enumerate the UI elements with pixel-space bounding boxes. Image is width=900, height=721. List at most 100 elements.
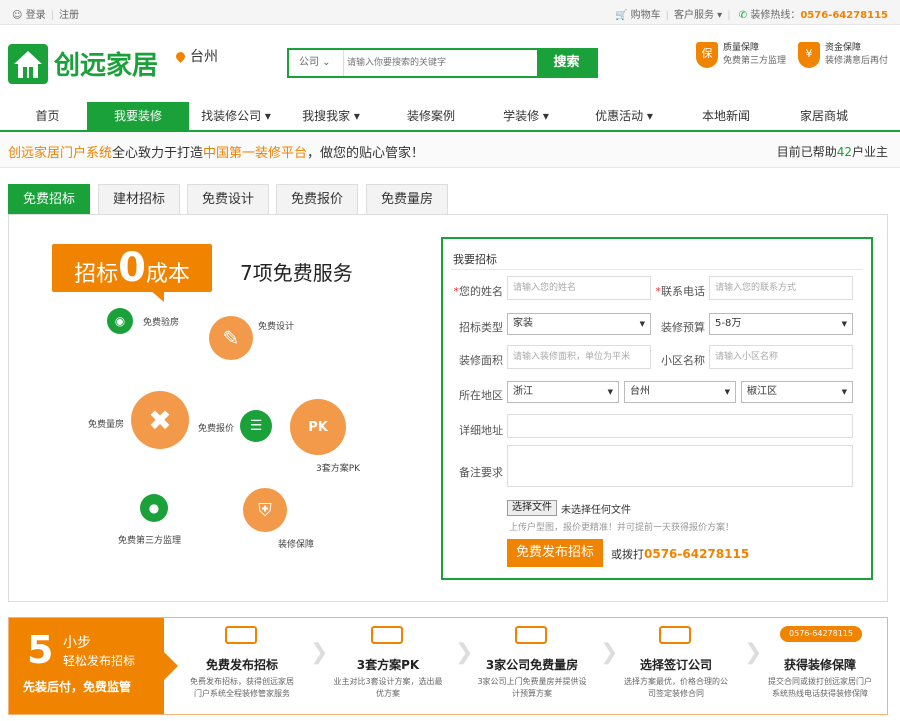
login-link[interactable]: 登录 <box>26 10 46 21</box>
steps-arrow <box>164 652 178 680</box>
community-input[interactable]: 请输入小区名称 <box>709 345 853 369</box>
area-input[interactable]: 请输入装修面积，单位为平米 <box>507 345 651 369</box>
tab-free-bidding[interactable]: 免费招标 <box>8 184 90 214</box>
tab-free-design[interactable]: 免费设计 <box>187 184 269 214</box>
search-button[interactable]: 搜索 <box>537 50 596 76</box>
step-item: 3家公司免费量房 3家公司上门免费量房并提供设计预算方案 <box>467 618 597 714</box>
badge-tail <box>150 290 164 302</box>
bidding-form: 我要招标 *您的姓名 请输入您的姓名 *联系电话 请输入您的联系方式 招标类型 … <box>441 237 873 580</box>
type-select[interactable]: 家装 <box>507 313 651 335</box>
ruler-icon: ✖ <box>131 391 189 449</box>
slogan-bar: 创远家居门户系统全心致力于打造中国第一装修平台，做您的贴心管家！ 目前已帮助42… <box>0 132 900 168</box>
community-label: 小区名称 <box>661 354 705 367</box>
step-item: 选择签订公司 选择方案最优，价格合理的公司签定装修合同 <box>611 618 741 714</box>
services-title: 7项免费服务 <box>240 261 353 285</box>
form-title: 我要招标 <box>453 253 497 266</box>
phone-label: *联系电话 <box>655 285 706 298</box>
nav-mall[interactable]: 家居商城 <box>778 102 870 130</box>
district-select[interactable]: 椒江区 <box>741 381 853 403</box>
service-label: 3套方案PK <box>316 464 361 474</box>
brand-name: 创远家居 <box>54 51 159 81</box>
address-input[interactable] <box>507 414 853 438</box>
pk-icon: PK <box>290 399 346 455</box>
city-selector[interactable]: 台州 <box>174 46 218 66</box>
chevron-down-icon: ▾ <box>717 10 723 21</box>
cart-link[interactable]: 购物车 <box>631 10 661 21</box>
area-label: 装修面积 <box>459 354 503 367</box>
nav-learn[interactable]: 学装修 ▾ <box>480 102 572 130</box>
search-scope-select[interactable]: 公司 ⌄ <box>289 50 344 76</box>
submit-bid-button[interactable]: 免费发布招标 <box>507 539 603 567</box>
name-label: *您的姓名 <box>453 285 504 298</box>
remark-textarea[interactable] <box>507 445 853 487</box>
hotline-label: 装修热线： <box>750 10 801 21</box>
search-bar: 公司 ⌄ 搜索 <box>287 48 598 78</box>
quality-title: 质量保障 <box>723 43 760 53</box>
steps-number: 5 <box>27 628 54 672</box>
region-label: 所在地区 <box>459 389 503 402</box>
hotline-tag: 0576-64278115 <box>780 626 862 642</box>
checklist-icon <box>371 626 403 644</box>
tab-material-bidding[interactable]: 建材招标 <box>98 184 180 214</box>
choose-file-button[interactable]: 选择文件 <box>507 500 557 516</box>
province-select[interactable]: 浙江 <box>507 381 619 403</box>
tab-free-measure[interactable]: 免费量房 <box>366 184 448 214</box>
fund-title: 资金保障 <box>825 43 862 53</box>
nav-cases[interactable]: 装修案例 <box>385 102 477 130</box>
city-select[interactable]: 台州 <box>624 381 736 403</box>
nav-home[interactable]: 首页 <box>10 102 85 130</box>
nav-renovate[interactable]: 我要装修 <box>87 102 189 130</box>
name-input[interactable]: 请输入您的姓名 <box>507 276 651 300</box>
steps-intro: 5 小步 轻松发布招标 先装后付，免费监管 <box>9 618 164 714</box>
service-label: 免费设计 <box>258 322 295 332</box>
budget-label: 装修预算 <box>661 321 705 334</box>
budget-select[interactable]: 5-8万 <box>709 313 853 335</box>
shield-icon: ⛨ <box>243 488 287 532</box>
type-label: 招标类型 <box>459 321 503 334</box>
search-input[interactable] <box>347 50 537 76</box>
city-name: 台州 <box>190 49 218 65</box>
pencil-icon: ✎ <box>209 316 253 360</box>
cart-icon: 🛒 <box>614 10 628 21</box>
steps-line1: 小步 <box>63 635 91 651</box>
eye-icon: ◉ <box>107 308 133 334</box>
account-links: ☺ 登录 | 注册 <box>12 10 79 21</box>
yuan-shield-icon: ¥ <box>798 42 820 68</box>
user-icon: ☺ <box>12 10 23 21</box>
steps-line2: 轻松发布招标 <box>63 654 136 668</box>
address-label: 详细地址 <box>459 424 503 437</box>
hotline-number: 0576-64278115 <box>800 10 888 21</box>
quality-desc: 免费第三方监理 <box>723 56 787 66</box>
file-status: 未选择任何文件 <box>561 505 631 516</box>
ruler-icon <box>515 626 547 644</box>
fund-desc: 装修满意后再付 <box>825 56 889 66</box>
step-item: 0576-64278115 获得装修保障 提交合同或拨打创远家居门户系统热线电话… <box>755 618 885 714</box>
step-item: 免费发布招标 免费发布招标，获得创远家居门户系统全程装修管家服务 <box>177 618 307 714</box>
service-label: 免费验房 <box>143 318 180 328</box>
nav-find-company[interactable]: 找装修公司 ▾ <box>190 102 282 130</box>
service-label: 装修保障 <box>278 540 315 550</box>
phone-input[interactable]: 请输入您的联系方式 <box>709 276 853 300</box>
register-link[interactable]: 注册 <box>59 10 79 21</box>
document-icon: ☰ <box>240 410 272 442</box>
top-bar: ☺ 登录 | 注册 🛒 购物车 | 客户服务 ▾ | ✆ 装修热线：0576-642781… <box>0 0 900 25</box>
service-link[interactable]: 客户服务 <box>674 10 714 21</box>
document-icon <box>225 626 257 644</box>
helmet-icon: ● <box>140 494 168 522</box>
tab-free-quote[interactable]: 免费报价 <box>276 184 358 214</box>
form-divider <box>451 269 863 270</box>
five-steps-banner: 5 小步 轻松发布招标 先装后付，免费监管 免费发布招标 免费发布招标，获得创远… <box>8 617 888 715</box>
nav-local-news[interactable]: 本地新闻 <box>680 102 772 130</box>
form-phone: 0576-64278115 <box>644 547 750 561</box>
topbar-right: 🛒 购物车 | 客户服务 ▾ | ✆ 装修热线：0576-64278115 <box>614 10 888 21</box>
steps-line3: 先装后付，免费监管 <box>23 680 132 694</box>
nav-my-home[interactable]: 我搜我家 ▾ <box>285 102 377 130</box>
location-pin-icon <box>174 50 187 63</box>
nav-promotions[interactable]: 优惠活动 ▾ <box>578 102 670 130</box>
upload-hint: 上传户型图，报价更精准！并可提前一天获得报价方案！ <box>509 523 735 533</box>
slogan-text: 创远家居门户系统全心致力于打造中国第一装修平台，做您的贴心管家！ <box>8 146 425 161</box>
step-item: 3套方案PK 业主对比3套设计方案，选出最优方案 <box>323 618 453 714</box>
call-hint: 或拨打0576-64278115 <box>611 547 750 561</box>
site-logo[interactable]: 创远家居 <box>8 42 168 89</box>
helped-count: 目前已帮助42户业主 <box>776 145 888 159</box>
